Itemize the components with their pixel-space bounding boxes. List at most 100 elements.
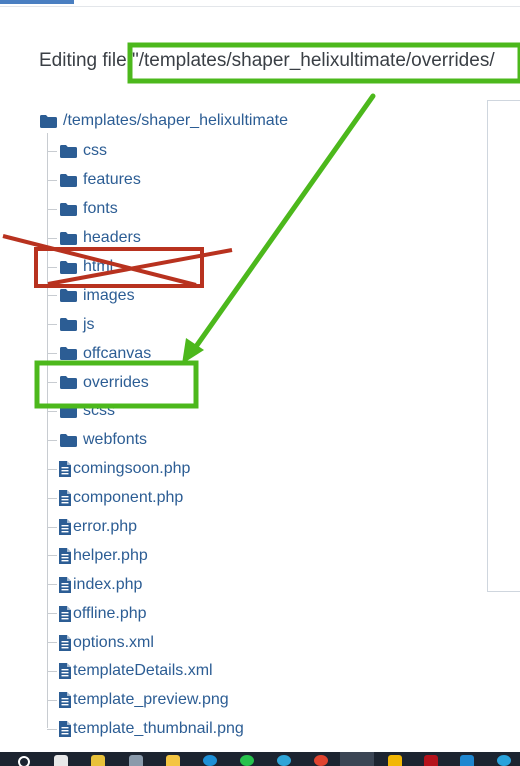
explorer-icon[interactable] <box>166 755 180 766</box>
code-editor-panel[interactable] <box>487 100 520 592</box>
drive-icon[interactable] <box>388 755 402 766</box>
tree-root-label: /templates/shaper_helixultimate <box>63 112 289 129</box>
active-tab-indicator[interactable] <box>0 0 74 4</box>
file-item-component-php[interactable]: component.php <box>47 484 244 513</box>
file-label: component.php <box>73 489 184 507</box>
file-icon <box>59 634 71 651</box>
folder-item-html[interactable]: html <box>47 253 244 282</box>
folder-icon <box>60 231 77 245</box>
file-icon <box>59 605 71 622</box>
tree-branch-line <box>47 671 57 673</box>
tree-branch-line <box>47 642 57 644</box>
folder-icon <box>60 173 77 187</box>
file-item-template-thumbnail-png[interactable]: template_thumbnail.png <box>47 715 244 744</box>
file-icon <box>59 663 71 680</box>
tree-branch-line <box>47 584 57 586</box>
folder-label: css <box>83 142 107 160</box>
tree-branch-line <box>47 411 57 413</box>
folder-label: offcanvas <box>83 344 152 362</box>
tree-branch-line <box>47 295 57 297</box>
file-label: error.php <box>73 518 138 536</box>
tree-branch-line <box>47 728 57 730</box>
telegram-icon[interactable] <box>497 755 511 766</box>
file-icon <box>59 721 71 738</box>
file-item-template-preview-png[interactable]: template_preview.png <box>47 686 244 715</box>
active-app-icon[interactable] <box>340 752 374 766</box>
folder-icon <box>60 144 77 158</box>
folder-item-webfonts[interactable]: webfonts <box>47 426 244 455</box>
file-label: templateDetails.xml <box>73 662 213 680</box>
file-item-offline-php[interactable]: offline.php <box>47 599 244 628</box>
file-icon <box>59 576 71 593</box>
file-item-templatedetails-xml[interactable]: templateDetails.xml <box>47 657 244 686</box>
chrome-icon[interactable] <box>314 755 328 766</box>
file-item-comingsoon-php[interactable]: comingsoon.php <box>47 455 244 484</box>
folder-open-icon <box>40 114 57 128</box>
file-icon <box>59 519 71 536</box>
file-label: helper.php <box>73 546 148 564</box>
weather-icon[interactable] <box>91 755 105 766</box>
folder-item-fonts[interactable]: fonts <box>47 195 244 224</box>
whatsapp-icon[interactable] <box>240 755 254 766</box>
tree-branch-line <box>47 237 57 239</box>
folder-icon <box>60 260 77 274</box>
folder-item-offcanvas[interactable]: offcanvas <box>47 339 244 368</box>
folder-label: webfonts <box>83 431 148 449</box>
file-label: template_thumbnail.png <box>73 720 244 738</box>
task-view-icon[interactable] <box>54 755 68 766</box>
folder-item-overrides[interactable]: overrides <box>47 368 244 397</box>
folder-label: features <box>83 171 141 189</box>
folder-label: headers <box>83 229 141 247</box>
tree-branch-line <box>47 497 57 499</box>
editing-file-heading: Editing file "/templates/shaper_helixult… <box>39 50 495 72</box>
tree-branch-line <box>47 555 57 557</box>
tree-root-item[interactable]: /templates/shaper_helixultimate <box>40 112 288 130</box>
file-item-options-xml[interactable]: options.xml <box>47 628 244 657</box>
folder-icon <box>60 289 77 303</box>
file-icon <box>59 461 71 478</box>
file-label: index.php <box>73 575 143 593</box>
file-item-index-php[interactable]: index.php <box>47 570 244 599</box>
tree-branch-line <box>47 613 57 615</box>
folder-icon <box>60 202 77 216</box>
folder-item-features[interactable]: features <box>47 166 244 195</box>
tree-branch-line <box>47 353 57 355</box>
search-icon[interactable] <box>18 756 30 766</box>
folder-item-images[interactable]: images <box>47 281 244 310</box>
tab-divider <box>0 6 520 7</box>
calculator-icon[interactable] <box>129 755 143 766</box>
file-icon <box>59 692 71 709</box>
filezilla-icon[interactable] <box>424 755 438 766</box>
file-tree: css features fonts headers html images js offca… <box>47 137 244 744</box>
folder-item-js[interactable]: js <box>47 310 244 339</box>
folder-item-css[interactable]: css <box>47 137 244 166</box>
file-icon <box>59 490 71 507</box>
tree-branch-line <box>47 439 57 441</box>
file-item-error-php[interactable]: error.php <box>47 513 244 542</box>
folder-label: html <box>83 258 114 275</box>
folder-icon <box>60 347 77 361</box>
folder-icon <box>60 376 77 390</box>
edge-icon[interactable] <box>277 755 291 766</box>
tree-branch-line <box>47 208 57 210</box>
tree-branch-line <box>47 179 57 181</box>
folder-label: overrides <box>83 373 149 391</box>
folder-item-scss[interactable]: scss <box>47 397 244 426</box>
os-taskbar <box>0 752 520 766</box>
tree-branch-line <box>47 324 57 326</box>
tree-branch-line <box>47 699 57 701</box>
file-icon <box>59 547 71 564</box>
tree-branch-line <box>47 382 57 384</box>
folder-item-headers[interactable]: headers <box>47 224 244 253</box>
tree-branch-line <box>47 526 57 528</box>
file-item-helper-php[interactable]: helper.php <box>47 541 244 570</box>
editing-file-path: "/templates/shaper_helixultimate/overrid… <box>131 50 495 71</box>
skype-icon[interactable] <box>203 755 217 766</box>
vscode-icon[interactable] <box>460 755 474 766</box>
folder-icon <box>60 433 77 447</box>
file-label: options.xml <box>73 633 154 651</box>
tree-branch-line <box>47 151 57 152</box>
folder-icon <box>60 318 77 332</box>
tree-branch-line <box>47 468 57 470</box>
page: Editing file "/templates/shaper_helixult… <box>0 0 520 766</box>
